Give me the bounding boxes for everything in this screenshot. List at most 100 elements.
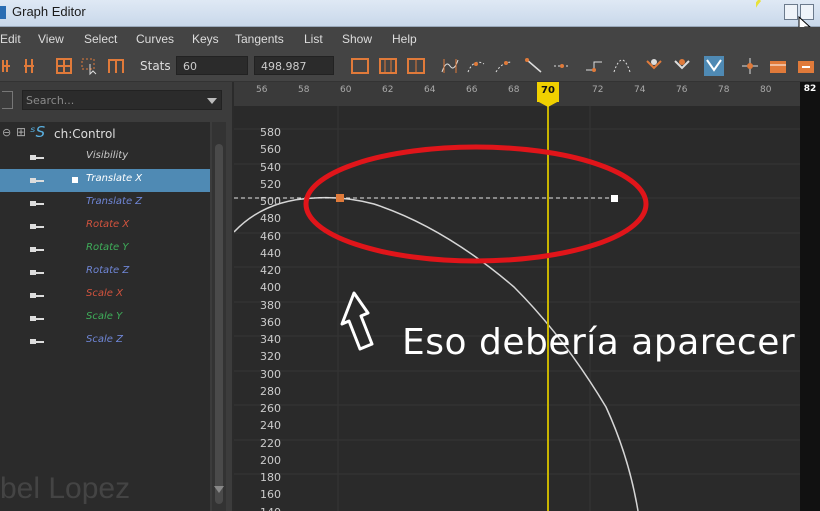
toolbar: Stats 60 498.987: [0, 51, 820, 82]
curve-canvas[interactable]: [234, 82, 820, 511]
step-tangent-icon[interactable]: [584, 56, 604, 76]
plateau-tangent-icon[interactable]: [612, 56, 632, 76]
outliner-scrollbar[interactable]: [212, 122, 226, 511]
channel-label: Visibility: [86, 150, 129, 161]
annotation-caption: Eso debería aparecer: [402, 322, 796, 363]
channel-row-translate-x[interactable]: Translate X: [0, 169, 210, 192]
chevron-down-icon[interactable]: [207, 98, 217, 104]
search-input[interactable]: Search...: [22, 90, 222, 110]
move-key-icon[interactable]: [0, 56, 20, 76]
spline-tangent-icon[interactable]: [466, 56, 486, 76]
node-row[interactable]: ⊖ ⊞ ˢS ch:Control: [0, 123, 210, 146]
value-tick: 360: [260, 315, 281, 329]
menu-bar: Edit View Select Curves Keys Tangents Li…: [0, 27, 820, 51]
channel-label: Scale X: [86, 288, 123, 299]
keyframe-point[interactable]: [336, 194, 344, 202]
channel-row-scale-x[interactable]: Scale X: [0, 284, 210, 307]
value-field[interactable]: 498.987: [254, 56, 334, 75]
collapse-icon[interactable]: ⊖: [2, 126, 11, 139]
key-icon: [30, 201, 44, 206]
channel-row-scale-z[interactable]: Scale Z: [0, 330, 210, 353]
value-tick: 480: [260, 212, 281, 226]
stats-label: Stats: [140, 59, 171, 73]
clamped-tangent-icon[interactable]: [494, 56, 514, 76]
flat-tangent-icon[interactable]: [552, 56, 572, 76]
channel-row-rotate-z[interactable]: Rotate Z: [0, 261, 210, 284]
value-tick: 320: [260, 350, 281, 364]
title-bar: Graph Editor: [0, 0, 820, 60]
channel-row-translate-z[interactable]: Translate Z: [0, 192, 210, 215]
channel-label: Translate X: [86, 173, 143, 184]
tangent-handle-point[interactable]: [611, 195, 618, 202]
break-tangent-icon[interactable]: [644, 56, 664, 76]
menu-tangents[interactable]: Tangents: [235, 32, 284, 46]
node-label: ch:Control: [54, 127, 116, 141]
value-tick: 300: [260, 367, 281, 381]
swap-buffer-icon[interactable]: [796, 56, 816, 76]
key-icon: [30, 293, 44, 298]
move-nearest-icon[interactable]: [740, 56, 760, 76]
value-tick: 220: [260, 436, 281, 450]
search-placeholder: Search...: [26, 94, 75, 107]
current-frame-pointer: [537, 101, 559, 107]
menu-keys[interactable]: Keys: [192, 32, 219, 46]
linear-tangent-icon[interactable]: [524, 56, 544, 76]
insert-key-icon[interactable]: [22, 56, 42, 76]
graph-view[interactable]: 56 58 60 62 64 66 68 72 74 76 78 80 82 7…: [234, 82, 820, 511]
value-tick: 380: [260, 298, 281, 312]
value-tick: 160: [260, 488, 281, 502]
value-tick: 180: [260, 471, 281, 484]
channel-list: ⊖ ⊞ ˢS ch:Control Visibility Translate X…: [0, 122, 210, 511]
scrollbar-thumb[interactable]: [215, 144, 223, 504]
search-icon: [2, 91, 13, 109]
menu-show[interactable]: Show: [342, 32, 372, 46]
frame-all-icon[interactable]: [350, 56, 370, 76]
auto-tangent-icon[interactable]: [440, 56, 460, 76]
menu-help[interactable]: Help: [392, 32, 417, 46]
value-tick: 500: [260, 195, 281, 208]
key-icon: [30, 339, 44, 344]
menu-curves[interactable]: Curves: [136, 32, 174, 46]
menu-list[interactable]: List: [304, 32, 323, 46]
value-tick: 260: [260, 402, 281, 415]
value-tick: 460: [260, 229, 281, 243]
buffer-curve-icon[interactable]: [768, 56, 788, 76]
channel-row-rotate-y[interactable]: Rotate Y: [0, 238, 210, 261]
channel-label: Scale Z: [86, 334, 123, 345]
menu-view[interactable]: View: [38, 32, 64, 46]
curve-node-icon: ˢS: [30, 123, 46, 141]
menu-edit[interactable]: Edit: [0, 32, 21, 46]
annotation-arrow-icon: [340, 291, 374, 351]
channel-row-rotate-x[interactable]: Rotate X: [0, 215, 210, 238]
value-tick: 240: [260, 419, 281, 433]
key-icon: [30, 224, 44, 229]
channel-row-visibility[interactable]: Visibility: [0, 146, 210, 169]
out-of-range-band: [800, 106, 820, 511]
channel-row-scale-y[interactable]: Scale Y: [0, 307, 210, 330]
frame-selection-icon[interactable]: [378, 56, 398, 76]
channel-label: Scale Y: [86, 311, 123, 322]
unify-tangent-icon[interactable]: [672, 56, 692, 76]
retime-icon[interactable]: [106, 56, 126, 76]
selected-marker: [72, 177, 78, 183]
value-tick: 440: [260, 246, 281, 260]
value-tick: 280: [260, 384, 281, 398]
frame-field[interactable]: 60: [176, 56, 248, 75]
channel-label: Rotate X: [86, 219, 130, 230]
current-frame-label[interactable]: 70: [537, 82, 559, 102]
expand-icon[interactable]: ⊞: [16, 125, 26, 139]
region-select-icon[interactable]: [80, 56, 100, 76]
channel-label: Translate Z: [86, 196, 143, 207]
weighted-tangent-icon[interactable]: [704, 56, 724, 76]
value-tick: 140: [260, 504, 281, 511]
value-tick: 400: [260, 281, 281, 295]
value-tick: 560: [260, 143, 281, 157]
menu-select[interactable]: Select: [84, 32, 117, 46]
frame-playback-icon[interactable]: [406, 56, 426, 76]
value-tick: 420: [260, 264, 281, 277]
scroll-down-icon[interactable]: [214, 486, 224, 494]
channel-label: Rotate Y: [86, 242, 129, 253]
channel-label: Rotate Z: [86, 265, 130, 276]
lattice-icon[interactable]: [54, 56, 74, 76]
value-tick: 340: [260, 333, 281, 346]
